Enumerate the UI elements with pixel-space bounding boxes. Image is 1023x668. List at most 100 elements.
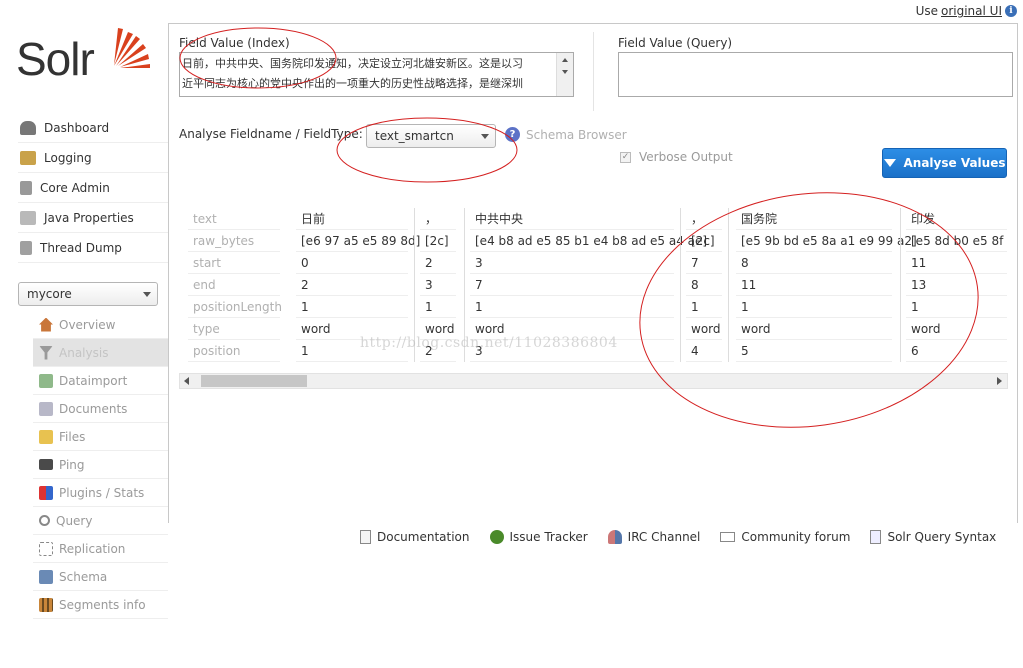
fieldtype-select[interactable]: text_smartcn — [366, 124, 496, 148]
token-end: 11 — [736, 274, 892, 296]
token-raw-bytes: [e4 b8 ad e5 85 b1 e4 b8 ad e5 a4 ae] — [470, 230, 707, 252]
core-item-label: Documents — [59, 401, 128, 416]
token-type: word — [736, 318, 892, 340]
core-item-schema[interactable]: Schema — [33, 563, 168, 591]
scrollbar-thumb[interactable] — [201, 375, 307, 387]
query-icon — [39, 515, 50, 526]
core-item-plugins-stats[interactable]: Plugins / Stats — [33, 479, 168, 507]
sidebar-item-core-admin[interactable]: Core Admin — [18, 173, 168, 203]
core-menu: Overview Analysis Dataimport Documents F… — [33, 311, 168, 619]
core-item-files[interactable]: Files — [33, 423, 168, 451]
token-position: 3 — [470, 340, 674, 362]
core-selector[interactable]: mycore — [18, 282, 158, 306]
core-item-label: Dataimport — [59, 373, 128, 388]
token-type: word — [420, 318, 456, 340]
core-item-query[interactable]: Query — [33, 507, 168, 535]
original-ui-link[interactable]: original UI — [941, 4, 1002, 18]
token-end: 13 — [906, 274, 1007, 296]
core-item-label: Replication — [59, 541, 126, 556]
documentation-icon — [360, 530, 371, 544]
token-start: 0 — [296, 252, 408, 274]
token-position: 1 — [296, 340, 408, 362]
token-type: word — [470, 318, 674, 340]
token-position-length: 1 — [296, 296, 408, 318]
core-item-replication[interactable]: Replication — [33, 535, 168, 563]
row-label: start — [188, 252, 280, 274]
files-icon — [39, 429, 53, 444]
row-label: type — [188, 318, 280, 340]
logging-icon — [20, 150, 36, 165]
row-label: text — [188, 208, 280, 230]
verbose-label: Verbose Output — [639, 150, 733, 164]
fieldtype-value: text_smartcn — [375, 129, 454, 143]
sidebar-item-label: Core Admin — [40, 180, 110, 195]
sidebar-item-java-properties[interactable]: Java Properties — [18, 203, 168, 233]
core-item-label: Query — [56, 513, 93, 528]
core-item-label: Files — [59, 429, 86, 444]
original-ui-link-area: Use original UI i — [916, 4, 1017, 18]
verbose-checkbox[interactable]: ✓ — [620, 151, 631, 163]
schema-browser-link[interactable]: ? Schema Browser — [505, 127, 627, 142]
core-item-analysis[interactable]: Analysis — [33, 339, 168, 367]
token-column: 国务院 [e5 9b bd e5 8a a1 e9 99 a2] 8 11 1 … — [736, 208, 917, 362]
documents-icon — [39, 401, 53, 416]
index-text-line-2: 近平同志为核心的党中央作出的一项重大的历史性战略选择，是继深圳 — [182, 77, 523, 90]
chevron-down-icon — [481, 133, 489, 139]
sidebar-item-label: Java Properties — [44, 210, 134, 225]
core-item-ping[interactable]: Ping — [33, 451, 168, 479]
ping-icon — [39, 459, 53, 470]
index-textarea-scrollbar[interactable] — [556, 53, 573, 96]
sidebar-item-thread-dump[interactable]: Thread Dump — [18, 233, 168, 263]
token-text: 中共中央 — [470, 208, 674, 230]
token-position-length: 1 — [470, 296, 674, 318]
footer-link-documentation[interactable]: Documentation — [360, 530, 470, 544]
footer-link-label: IRC Channel — [627, 530, 701, 544]
query-field-textarea[interactable] — [618, 52, 1013, 97]
token-end: 2 — [296, 274, 408, 296]
core-item-label: Analysis — [59, 345, 109, 360]
core-selector-value: mycore — [27, 287, 72, 301]
footer-link-community-forum[interactable]: Community forum — [720, 530, 850, 544]
sidebar-item-logging[interactable]: Logging — [18, 143, 168, 173]
home-icon — [39, 317, 53, 332]
scroll-left-icon[interactable] — [184, 377, 189, 385]
sidebar-item-label: Thread Dump — [40, 240, 122, 255]
core-item-overview[interactable]: Overview — [33, 311, 168, 339]
irc-icon — [607, 530, 622, 544]
token-text: ， — [420, 208, 456, 230]
index-field-label: Field Value (Index) — [179, 36, 290, 50]
replication-icon — [39, 541, 53, 556]
token-type: word — [686, 318, 722, 340]
fieldtype-label: Analyse Fieldname / FieldType: — [179, 127, 363, 141]
analyse-button-label: Analyse Values — [903, 156, 1006, 170]
token-type: word — [906, 318, 1007, 340]
info-icon[interactable]: i — [1005, 5, 1017, 17]
index-field-textarea[interactable]: 日前，中共中央、国务院印发通知，决定设立河北雄安新区。这是以习 近平同志为核心的… — [179, 52, 574, 97]
logo-text: Solr — [16, 33, 95, 85]
verbose-output-option: ✓ Verbose Output — [620, 150, 733, 164]
query-field-label: Field Value (Query) — [618, 36, 733, 50]
footer-link-query-syntax[interactable]: Solr Query Syntax — [870, 530, 996, 544]
core-item-segments-info[interactable]: Segments info — [33, 591, 168, 619]
footer-link-issue-tracker[interactable]: Issue Tracker — [489, 530, 588, 544]
solr-logo[interactable]: Solr — [16, 22, 156, 92]
scroll-right-icon[interactable] — [997, 377, 1002, 385]
token-start: 7 — [686, 252, 722, 274]
token-raw-bytes: [e5 9b bd e5 8a a1 e9 99 a2] — [736, 230, 917, 252]
row-label: positionLength — [188, 296, 282, 318]
footer-link-irc-channel[interactable]: IRC Channel — [607, 530, 701, 544]
token-text: 日前 — [296, 208, 408, 230]
token-text: ， — [686, 208, 722, 230]
bug-icon — [489, 530, 504, 544]
token-column: 中共中央 [e4 b8 ad e5 85 b1 e4 b8 ad e5 a4 a… — [470, 208, 707, 362]
java-icon — [20, 210, 36, 225]
dashboard-icon — [20, 120, 36, 135]
core-item-documents[interactable]: Documents — [33, 395, 168, 423]
core-item-dataimport[interactable]: Dataimport — [33, 367, 168, 395]
mail-icon — [720, 532, 736, 542]
token-start: 2 — [420, 252, 456, 274]
sidebar-item-dashboard[interactable]: Dashboard — [18, 113, 168, 143]
chevron-down-icon — [143, 291, 151, 297]
analyse-values-button[interactable]: Analyse Values — [882, 148, 1007, 178]
core-item-label: Plugins / Stats — [59, 485, 145, 500]
